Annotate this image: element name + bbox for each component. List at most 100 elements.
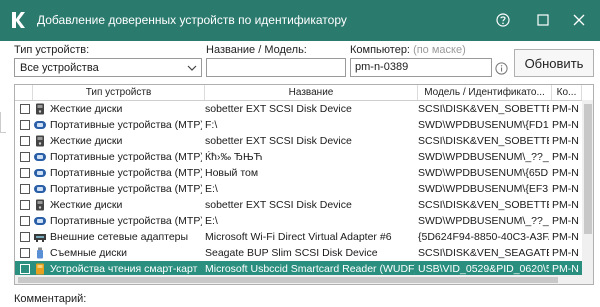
cell-type: Съемные диски: [50, 247, 128, 259]
comment-label: Комментарий:: [14, 293, 87, 305]
cell-computer: PM-N: [552, 135, 579, 147]
row-checkbox[interactable]: [20, 136, 30, 146]
cell-type: Жесткие диски: [50, 103, 123, 115]
cell-name: Seagate BUP Slim SCSI Disk Device: [205, 247, 378, 259]
table-row[interactable]: Внешние сетевые адаптеры Microsoft Wi-Fi…: [15, 229, 593, 245]
column-header-type[interactable]: Тип устройств: [33, 85, 205, 100]
table-row[interactable]: Портативные устройства (MTP) E:\ SWD\WPD…: [15, 181, 593, 197]
cell-type: Внешние сетевые адаптеры: [50, 231, 189, 243]
hdd-icon: [36, 103, 44, 115]
maximize-button[interactable]: [530, 8, 556, 32]
table-row[interactable]: Жесткие диски sobetter EXT SCSI Disk Dev…: [15, 197, 593, 213]
cell-computer: PM-N: [552, 247, 579, 259]
cell-type: Портативные устройства (MTP): [50, 183, 202, 195]
row-checkbox[interactable]: [20, 264, 30, 274]
cell-computer: PM-N: [552, 119, 579, 131]
computer-input[interactable]: pm-n-0389: [350, 58, 492, 77]
cell-type: Портативные устройства (MTP): [50, 167, 202, 179]
cell-name: sobetter EXT SCSI Disk Device: [205, 199, 352, 211]
table-row[interactable]: Портативные устройства (MTP) Ќћ›‰ ЂЊЋ SW…: [15, 149, 593, 165]
row-checkbox[interactable]: [20, 168, 30, 178]
row-checkbox[interactable]: [20, 232, 30, 242]
table-row[interactable]: Портативные устройства (MTP) E:\ SWD\WPD…: [15, 213, 593, 229]
close-icon: [573, 14, 585, 26]
cell-computer: PM-N: [552, 215, 579, 227]
chevron-down-icon: [187, 65, 197, 71]
cell-computer: PM-N: [552, 199, 579, 211]
table-row[interactable]: Портативные устройства (MTP) Новый том S…: [15, 165, 593, 181]
title-bar: Добавление доверенных устройств по идент…: [0, 0, 600, 41]
cell-model: SCSI\DISK&VEN_SOBETTER&...: [418, 103, 549, 115]
name-model-input[interactable]: [206, 58, 346, 77]
cell-model: SWD\WPDBUSENUM\_??_U...: [418, 215, 549, 227]
cell-name: Ќћ›‰ ЂЊЋ: [205, 151, 263, 163]
cell-model: SWD\WPDBUSENUM\_??_U...: [418, 151, 549, 163]
cell-model: SWD\WPDBUSENUM\{EF3D...: [418, 183, 549, 195]
cell-model: SCSI\DISK&VEN_SOBETTER&...: [418, 135, 549, 147]
cell-computer: PM-N: [552, 151, 579, 163]
kaspersky-logo-icon: [12, 12, 25, 28]
column-header-model[interactable]: Модель / Идентификато...: [418, 85, 552, 100]
maximize-icon: [537, 14, 549, 26]
hdd-icon: [36, 135, 44, 147]
cell-type: Жесткие диски: [50, 135, 123, 147]
device-type-value: Все устройства: [20, 62, 99, 74]
cell-name: Новый том: [205, 167, 259, 179]
column-header-name[interactable]: Название: [205, 85, 418, 100]
checkbox-column-header: [15, 85, 33, 100]
vertical-scroll-thumb[interactable]: [584, 104, 592, 234]
cell-computer: PM-N: [552, 231, 579, 243]
cell-computer: PM-N: [552, 167, 579, 179]
portable-device-icon: [34, 185, 46, 193]
portable-device-icon: [34, 217, 46, 225]
cell-model: SWD\WPDBUSENUM\{65DE...: [418, 167, 549, 179]
portable-device-icon: [34, 169, 46, 177]
close-button[interactable]: [566, 8, 592, 32]
row-checkbox[interactable]: [20, 200, 30, 210]
computer-label-text: Компьютер:: [350, 44, 410, 56]
network-adapter-icon: [34, 234, 46, 242]
cell-type: Жесткие диски: [50, 199, 123, 211]
cell-type: Портативные устройства (MTP): [50, 119, 202, 131]
help-button[interactable]: [490, 8, 516, 32]
table-row[interactable]: Жесткие диски sobetter EXT SCSI Disk Dev…: [15, 133, 593, 149]
cell-model: SCSI\DISK&VEN_SOBETTER&...: [418, 199, 549, 211]
row-checkbox[interactable]: [20, 104, 30, 114]
name-model-label: Название / Модель:: [206, 44, 307, 56]
table-row[interactable]: Жесткие диски sobetter EXT SCSI Disk Dev…: [15, 101, 593, 117]
portable-device-icon: [34, 153, 46, 161]
computer-mask-hint: (по маске): [413, 44, 466, 56]
side-divider: [0, 112, 6, 133]
row-checkbox[interactable]: [20, 216, 30, 226]
cell-computer: PM-N: [552, 103, 579, 115]
row-checkbox[interactable]: [20, 152, 30, 162]
portable-device-icon: [34, 121, 46, 129]
cell-name: Microsoft Wi-Fi Direct Virtual Adapter #…: [205, 231, 392, 243]
horizontal-scroll-thumb[interactable]: [18, 277, 558, 283]
cell-model: SWD\WPDBUSENUM\{FD1B...: [418, 119, 549, 131]
cell-computer: PM-N: [552, 183, 579, 195]
hdd-icon: [36, 199, 44, 211]
removable-drive-icon: [37, 247, 43, 259]
devices-table: Тип устройств Название Модель / Идентифи…: [14, 84, 594, 285]
horizontal-scrollbar[interactable]: [15, 275, 582, 284]
vertical-scrollbar[interactable]: [582, 100, 593, 284]
table-header: Тип устройств Название Модель / Идентифи…: [15, 85, 593, 101]
device-type-select[interactable]: Все устройства: [14, 58, 202, 77]
device-type-label: Тип устройств:: [14, 44, 90, 56]
help-icon: [496, 13, 510, 27]
cell-name: F:\: [205, 119, 218, 131]
column-header-computer[interactable]: Ко...: [552, 85, 582, 100]
table-row[interactable]: Съемные диски Seagate BUP Slim SCSI Disk…: [15, 245, 593, 261]
row-checkbox[interactable]: [20, 248, 30, 258]
row-checkbox[interactable]: [20, 120, 30, 130]
row-checkbox[interactable]: [20, 184, 30, 194]
window-title: Добавление доверенных устройств по идент…: [37, 13, 347, 27]
table-row[interactable]: Портативные устройства (MTP) F:\ SWD\WPD…: [15, 117, 593, 133]
cell-type: Портативные устройства (MTP): [50, 215, 202, 227]
cell-model: {5D624F94-8850-40C3-A3FA-...: [418, 231, 549, 243]
info-icon[interactable]: [495, 62, 508, 75]
update-button[interactable]: Обновить: [514, 49, 594, 77]
cell-type: Портативные устройства (MTP): [50, 151, 202, 163]
cell-name: E:\: [205, 183, 218, 195]
